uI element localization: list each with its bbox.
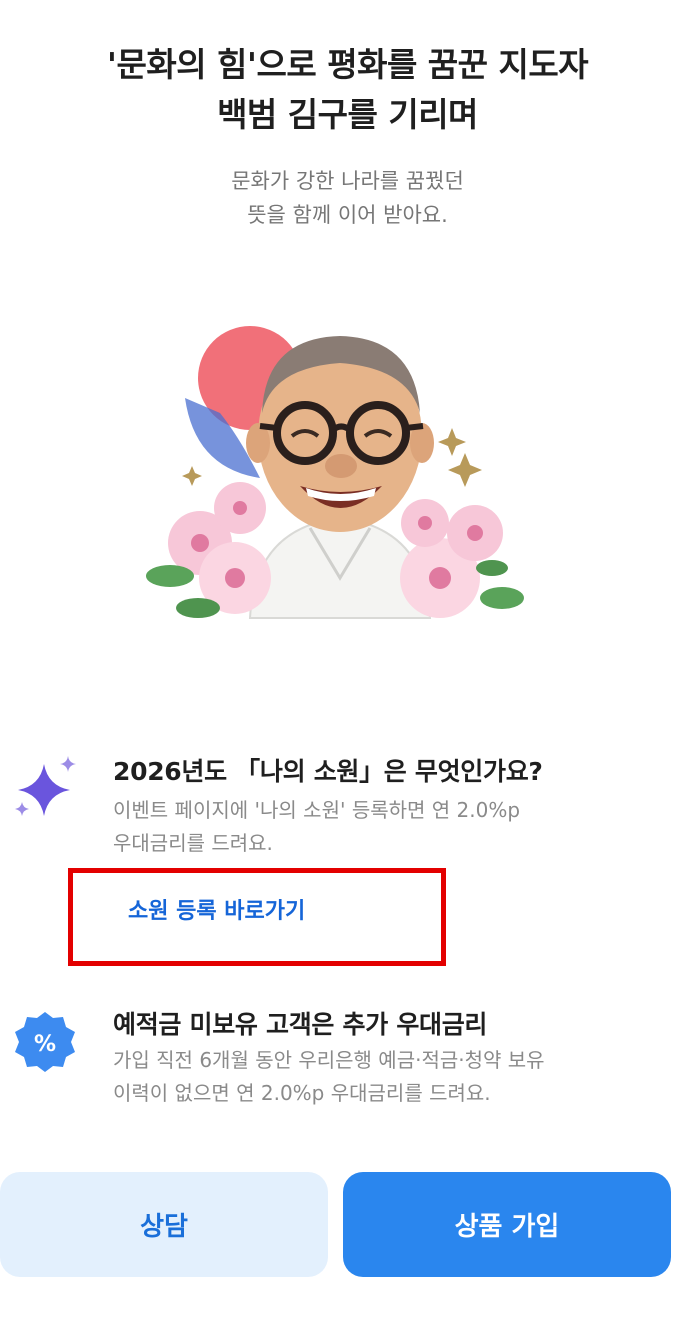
benefit-wish-desc-line-1: 이벤트 페이지에 '나의 소원' 등록하면 연 2.0%p [113, 798, 521, 822]
product-intro-page: '문화의 힘'으로 평화를 꿈꾼 지도자 백범 김구를 기리며 문화가 강한 나… [0, 0, 695, 1318]
benefit-wish-title: 2026년도 「나의 소원」은 무엇인가요? [113, 757, 543, 786]
wish-register-link-label: 소원 등록 바로가기 [128, 899, 306, 924]
subtitle-line-1: 문화가 강한 나라를 꿈꿨던 [231, 169, 464, 193]
sparkle-icon [15, 756, 76, 816]
flowers-left [146, 482, 271, 618]
wish-register-link[interactable]: 소원 등록 바로가기 [68, 868, 446, 966]
page-subtitle: 문화가 강한 나라를 꿈꿨던 뜻을 함께 이어 받아요. [0, 164, 695, 232]
sparkle-small-2 [448, 453, 482, 487]
sparkle-small-1 [438, 428, 466, 456]
consult-button[interactable]: 상담 [0, 1172, 328, 1277]
benefit-new-customer-desc-line-1: 가입 직전 6개월 동안 우리은행 예금·적금·청약 보유 [113, 1048, 545, 1072]
percent-badge-icon: % [15, 1012, 75, 1072]
benefit-new-customer-title: 예적금 미보유 고객은 추가 우대금리 [113, 1010, 488, 1039]
svg-text:%: % [34, 1032, 56, 1057]
benefit-wish-desc: 이벤트 페이지에 '나의 소원' 등록하면 연 2.0%p 우대금리를 드려요. [113, 794, 673, 860]
subtitle-line-2: 뜻을 함께 이어 받아요. [247, 203, 448, 227]
kim-gu-illustration [146, 326, 524, 619]
title-line-1: '문화의 힘'으로 평화를 꿈꾼 지도자 [106, 45, 589, 84]
benefit-new-customer-desc: 가입 직전 6개월 동안 우리은행 예금·적금·청약 보유 이력이 없으면 연 … [113, 1044, 673, 1110]
benefit-new-customer-desc-line-2: 이력이 없으면 연 2.0%p 우대금리를 드려요. [113, 1081, 491, 1105]
sparkle-small-3 [182, 466, 202, 486]
flowers-right [400, 499, 524, 618]
page-title: '문화의 힘'으로 평화를 꿈꾼 지도자 백범 김구를 기리며 [0, 40, 695, 140]
benefit-wish-desc-line-2: 우대금리를 드려요. [113, 831, 273, 855]
join-product-button[interactable]: 상품 가입 [343, 1172, 671, 1277]
title-line-2: 백범 김구를 기리며 [217, 95, 478, 134]
